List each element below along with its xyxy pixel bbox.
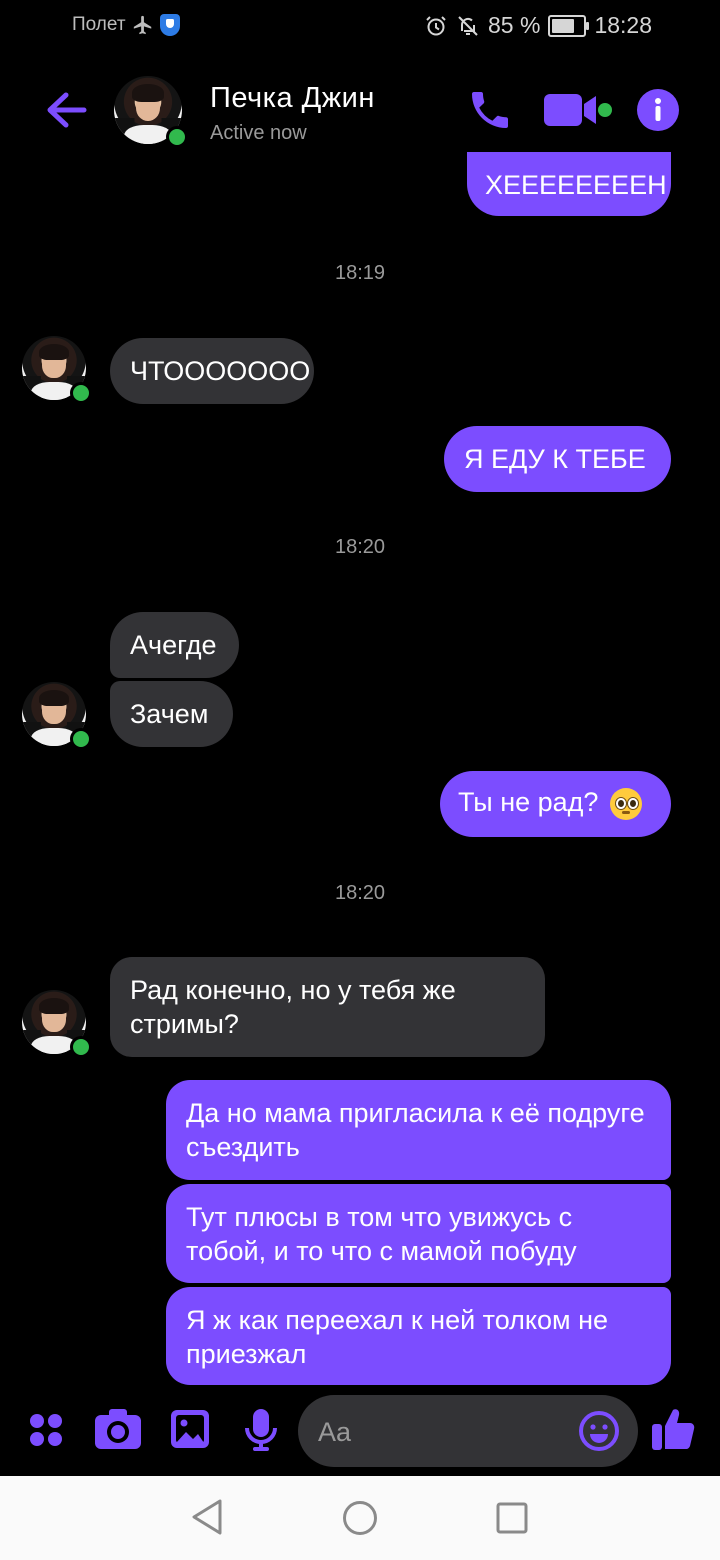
microphone-icon[interactable] (244, 1408, 278, 1452)
sender-avatar[interactable] (22, 990, 92, 1058)
message-input-container[interactable] (298, 1395, 638, 1467)
four-dots-icon[interactable] (28, 1412, 64, 1448)
message-input[interactable] (316, 1409, 570, 1455)
outgoing-message[interactable]: Я ж как переехал к ней толком не приезжа… (166, 1287, 671, 1385)
online-indicator (166, 126, 188, 148)
incoming-message[interactable]: Ачегде (110, 612, 239, 678)
contact-avatar[interactable] (114, 76, 188, 148)
incoming-message[interactable]: ЧТООООООО (110, 338, 314, 404)
status-bar: Полет 85 % 18:28 (0, 0, 720, 56)
alarm-icon (426, 15, 446, 35)
contact-name[interactable]: Печка Джин (210, 82, 375, 115)
nav-recents-icon[interactable] (496, 1502, 528, 1534)
sender-avatar[interactable] (22, 682, 92, 750)
battery-percent: 85 % (488, 12, 541, 38)
airplane-icon (133, 15, 151, 35)
outgoing-message[interactable]: Я ЕДУ К ТЕБЕ (444, 426, 671, 492)
smiley-icon[interactable] (578, 1410, 620, 1452)
timestamp: 18:19 (334, 262, 386, 284)
timestamp: 18:20 (334, 536, 386, 558)
shield-icon (159, 14, 180, 36)
clock: 18:28 (594, 12, 652, 38)
incoming-message[interactable]: Зачем (110, 681, 233, 747)
incoming-message[interactable]: Рад конечно, но у тебя же стримы? (110, 957, 545, 1057)
outgoing-message[interactable]: ХЕЕЕЕЕЕЕЕН (467, 152, 671, 216)
status-left: Полет (72, 14, 180, 36)
pleading-face-emoji (609, 787, 642, 820)
online-indicator (70, 1036, 92, 1058)
video-camera-icon[interactable] (544, 90, 616, 130)
message-composer (0, 1392, 720, 1472)
outgoing-message[interactable]: Да но мама пригласила к её подруге съезд… (166, 1080, 671, 1180)
outgoing-message[interactable]: Тут плюсы в том что увижусь с тобой, и т… (166, 1184, 671, 1283)
sender-avatar[interactable] (22, 336, 92, 404)
online-indicator (70, 728, 92, 750)
image-icon[interactable] (170, 1409, 210, 1449)
status-right: 85 % 18:28 (424, 12, 652, 39)
carrier-label: Полет (72, 14, 126, 35)
messenger-chat-screen: Полет 85 % 18:28 Печка Джин Active now Х… (0, 0, 720, 1560)
camera-icon[interactable] (94, 1408, 142, 1450)
thumbs-up-icon[interactable] (650, 1404, 698, 1452)
message-text: Ты не рад? (458, 787, 599, 817)
battery-level-fill (552, 18, 575, 33)
online-indicator (70, 382, 92, 404)
info-icon[interactable] (636, 88, 680, 132)
back-arrow-icon[interactable] (40, 84, 92, 136)
chat-header: Печка Джин Active now (0, 62, 720, 158)
contact-status: Active now (210, 122, 307, 144)
nav-home-icon[interactable] (342, 1500, 378, 1536)
system-navigation-bar (0, 1476, 720, 1560)
nav-back-icon[interactable] (190, 1498, 224, 1536)
outgoing-message[interactable]: Ты не рад? (440, 771, 671, 837)
phone-icon[interactable] (466, 86, 514, 134)
battery-icon (548, 14, 590, 37)
timestamp: 18:20 (334, 882, 386, 904)
bell-off-icon (458, 15, 478, 36)
